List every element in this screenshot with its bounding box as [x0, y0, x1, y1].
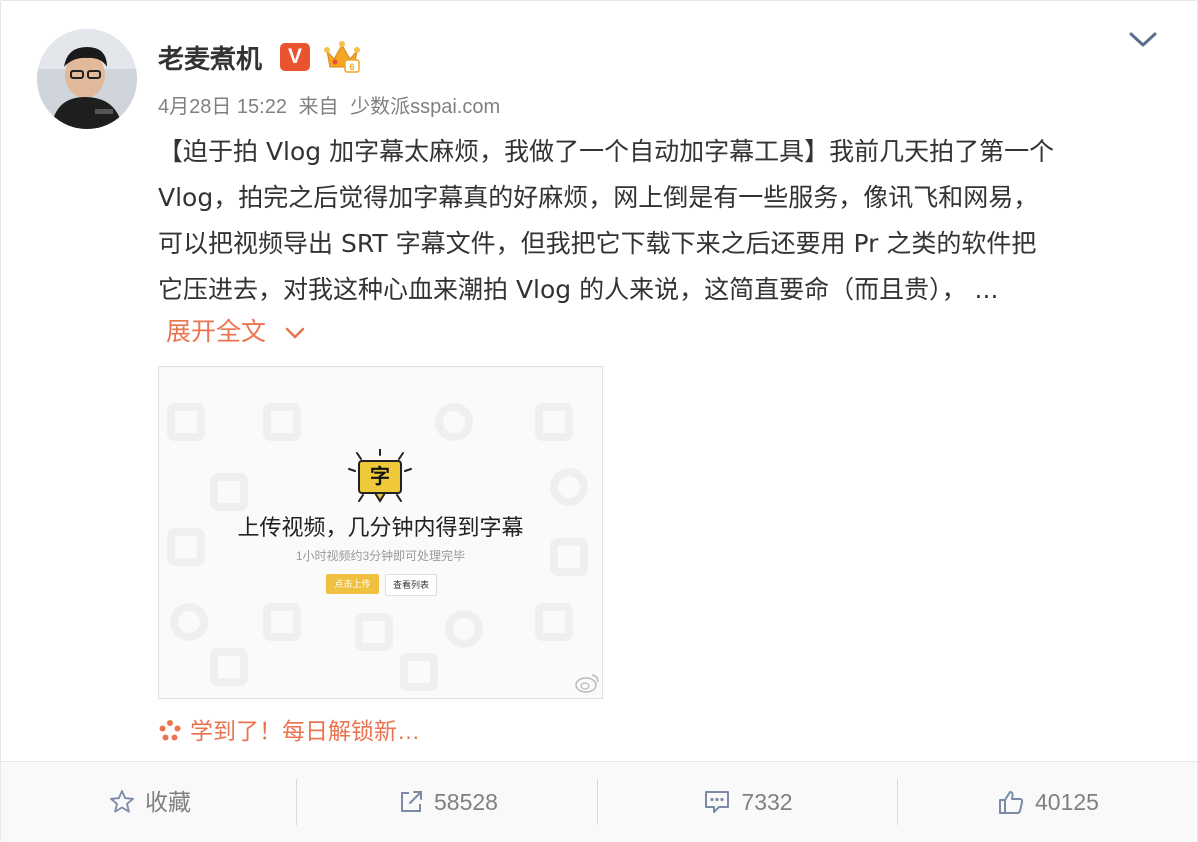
chevron-down-icon[interactable]: [1127, 27, 1159, 51]
svg-text:6: 6: [349, 62, 354, 72]
expand-label: 展开全文: [166, 318, 267, 346]
post-source[interactable]: 少数派sspai.com: [350, 96, 500, 118]
crown-icon: 6: [323, 39, 361, 75]
favorite-button[interactable]: 收藏: [1, 762, 299, 842]
share-icon: [401, 791, 423, 812]
svg-text:字: 字: [370, 464, 390, 488]
weibo-post-card: 老麦煮机 V 6 4月28日 15:22 来自 少数派sspai.com 【迫于…: [0, 0, 1198, 842]
username[interactable]: 老麦煮机: [158, 39, 262, 76]
image-list-button: 查看列表: [385, 574, 437, 596]
verified-badge: V: [280, 43, 310, 71]
image-title: 上传视频，几分钟内得到字幕: [237, 515, 524, 540]
post-text-line: 可以把视频导出 SRT 字幕文件，但我把它下载下来之后还要用 Pr 之类的软件把: [158, 229, 1037, 258]
post-text-line: Vlog，拍完之后觉得加字幕真的好麻烦，网上倒是有一些服务，像讯飞和网易，: [158, 183, 1039, 212]
avatar[interactable]: [37, 29, 137, 129]
comment-icon: [705, 791, 730, 813]
topic-link[interactable]: 学到了！每日解锁新…: [158, 712, 420, 746]
topic-flower-icon: [159, 720, 181, 741]
star-icon: [110, 790, 134, 813]
source-prefix: 来自: [298, 96, 339, 118]
like-count: 40125: [1035, 789, 1099, 815]
post-meta: 4月28日 15:22 来自 少数派sspai.com: [158, 90, 506, 119]
expand-full-text-link[interactable]: 展开全文: [166, 312, 306, 348]
post-text: 【迫于拍 Vlog 加字幕太麻烦，我做了一个自动加字幕工具】我前几天拍了第一个 …: [158, 129, 1158, 313]
repost-button[interactable]: 58528: [299, 762, 597, 842]
thumbs-up-icon: [999, 791, 1024, 814]
subtitle-app-logo-icon: 字: [348, 449, 412, 503]
favorite-label: 收藏: [145, 789, 191, 815]
divider: [296, 779, 297, 825]
post-text-line: 【迫于拍 Vlog 加字幕太麻烦，我做了一个自动加字幕工具】我前几天拍了第一个: [158, 137, 1055, 166]
post-image[interactable]: 字 上传视频，几分钟内得到字幕 1小时视频约3分钟即可处理完毕 点击上传 查看列…: [158, 366, 603, 699]
topic-label: 学到了！每日解锁新…: [190, 718, 420, 744]
comment-count: 7332: [741, 789, 793, 815]
repost-count: 58528: [434, 789, 498, 815]
image-upload-button: 点击上传: [326, 574, 379, 594]
action-bar: 收藏 58528 7332 40125: [1, 761, 1197, 842]
comment-button[interactable]: 7332: [599, 762, 897, 842]
divider: [897, 779, 898, 825]
weibo-watermark-icon: [575, 674, 599, 693]
post-timestamp[interactable]: 4月28日 15:22: [158, 96, 287, 118]
divider: [597, 779, 598, 825]
like-button[interactable]: 40125: [899, 762, 1197, 842]
chevron-down-icon: [285, 328, 305, 340]
image-subtitle: 1小时视频约3分钟即可处理完毕: [295, 549, 466, 563]
post-text-line: 它压进去，对我这种心血来潮拍 Vlog 的人来说，这简直要命（而且贵）， ...: [158, 275, 999, 304]
